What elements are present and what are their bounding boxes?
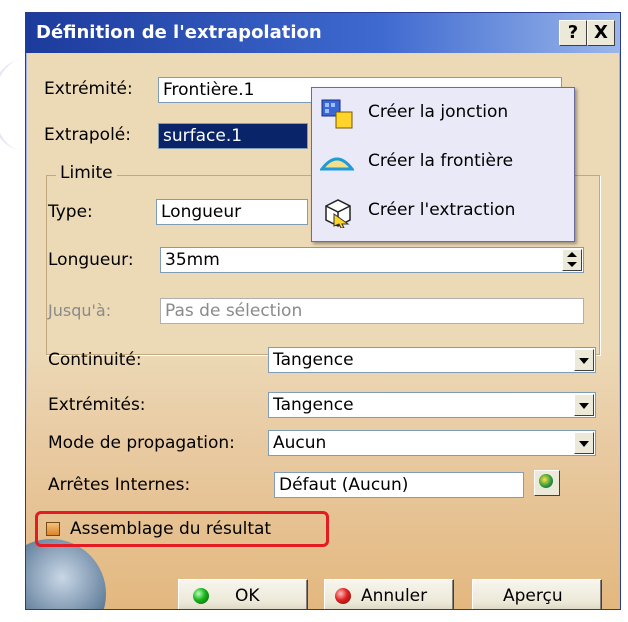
type-label: Type: (48, 202, 93, 222)
help-button[interactable]: ? (559, 20, 587, 46)
ok-icon (193, 588, 209, 604)
cancel-button[interactable]: Annuler (324, 579, 454, 609)
extrapole-field[interactable]: surface.1 (158, 123, 308, 149)
propagation-label: Mode de propagation: (48, 433, 235, 453)
boundary-icon (320, 157, 354, 171)
extrapole-value: surface.1 (163, 126, 243, 146)
arretes-label: Arrêtes Internes: (48, 475, 191, 495)
jusqua-field: Pas de sélection (160, 298, 584, 324)
menu-item-boundary[interactable]: Créer la frontière (312, 141, 574, 185)
longueur-value: 35mm (165, 250, 220, 270)
extremites-label: Extrémités: (48, 395, 146, 415)
extract-icon (325, 199, 351, 228)
menu-item-extract[interactable]: Créer l'extraction (312, 190, 574, 234)
menu-item-extract-label: Créer l'extraction (368, 200, 516, 220)
longueur-label: Longueur: (48, 250, 134, 270)
ok-button[interactable]: OK (178, 579, 308, 609)
assemblage-highlight: Assemblage du résultat (35, 511, 329, 547)
limite-group-title: Limite (56, 163, 117, 183)
preview-label: Aperçu (503, 586, 563, 606)
longueur-spinner[interactable] (562, 249, 582, 271)
menu-item-join[interactable]: Créer la jonction (312, 92, 574, 136)
feature-select-icon (539, 474, 553, 488)
dialog-title: Définition de l'extrapolation (36, 22, 322, 43)
jusqua-label: Jusqu'à: (48, 301, 112, 320)
extremites-combo[interactable]: Tangence (268, 392, 596, 418)
context-menu: Créer la jonction Créer la frontière Cré… (311, 87, 575, 242)
propagation-dropdown-icon[interactable] (574, 432, 594, 454)
extremite-label: Extrémité: (44, 79, 133, 99)
ok-label: OK (235, 586, 260, 606)
type-value: Longueur (161, 202, 242, 222)
extremites-value: Tangence (273, 395, 354, 415)
type-combo[interactable]: Longueur (156, 199, 308, 225)
arretes-select-button[interactable] (534, 470, 560, 496)
title-bar[interactable]: Définition de l'extrapolation ? X (26, 13, 620, 53)
jusqua-value: Pas de sélection (165, 301, 303, 321)
cancel-label: Annuler (361, 586, 428, 606)
extremite-value: Frontière.1 (163, 80, 255, 100)
close-button[interactable]: X (587, 20, 615, 46)
extremites-dropdown-icon[interactable] (574, 394, 594, 416)
continuite-dropdown-icon[interactable] (574, 349, 594, 371)
continuite-combo[interactable]: Tangence (268, 347, 596, 373)
arretes-value: Défaut (Aucun) (279, 475, 409, 495)
preview-button[interactable]: Aperçu (472, 579, 602, 609)
menu-item-join-label: Créer la jonction (368, 102, 509, 122)
arretes-field[interactable]: Défaut (Aucun) (274, 472, 524, 498)
continuite-value: Tangence (273, 350, 354, 370)
longueur-field[interactable]: 35mm (160, 247, 584, 273)
join-icon (321, 99, 353, 129)
extrapole-label: Extrapolé: (44, 125, 131, 145)
continuite-label: Continuité: (48, 350, 142, 370)
propagation-combo[interactable]: Aucun (268, 430, 596, 456)
propagation-value: Aucun (273, 433, 327, 453)
assemblage-checkbox[interactable] (46, 522, 60, 536)
assemblage-label: Assemblage du résultat (70, 519, 272, 539)
cancel-icon (335, 588, 351, 604)
menu-item-boundary-label: Créer la frontière (368, 151, 514, 171)
